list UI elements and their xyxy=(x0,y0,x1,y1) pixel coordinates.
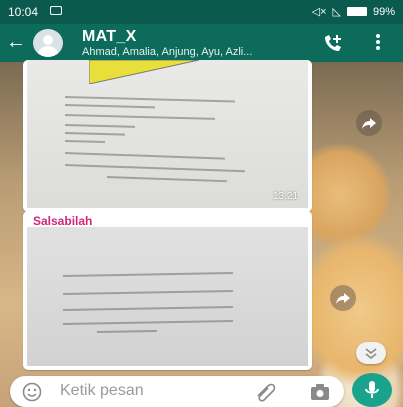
message-input[interactable]: Ketik pesan xyxy=(60,382,144,400)
more-options-icon[interactable] xyxy=(374,32,382,54)
voice-message-button[interactable] xyxy=(352,373,392,407)
mute-icon: ◁× xyxy=(311,6,327,18)
group-avatar[interactable] xyxy=(33,29,63,57)
status-bar: 10:04 ◁× ◺ 99% xyxy=(0,0,403,24)
emoji-icon[interactable] xyxy=(22,382,42,402)
sender-name: Salsabilah xyxy=(33,214,93,228)
microphone-icon xyxy=(365,381,379,398)
chat-title[interactable]: MAT_X xyxy=(82,28,137,46)
message-composer[interactable]: Ketik pesan xyxy=(10,376,344,407)
status-icons: ◁× ◺ 99% xyxy=(311,5,395,19)
forward-button[interactable] xyxy=(356,110,382,136)
forward-button[interactable] xyxy=(330,285,356,311)
chat-members[interactable]: Ahmad, Amalia, Anjung, Ayu, Azli... xyxy=(82,46,252,58)
camera-icon[interactable] xyxy=(310,383,330,401)
add-call-icon[interactable] xyxy=(322,33,344,53)
double-chevron-down-icon xyxy=(365,348,377,360)
battery-icon xyxy=(346,7,367,16)
battery-percent: 99% xyxy=(372,5,395,18)
message-bubble[interactable]: Salsabilah xyxy=(23,211,312,370)
chat-header: ← MAT_X Ahmad, Amalia, Anjung, Ayu, Azli… xyxy=(0,24,403,62)
message-time: 13.21 xyxy=(272,191,298,202)
attach-icon[interactable] xyxy=(255,382,277,402)
status-time: 10:04 xyxy=(8,5,39,19)
scroll-to-bottom-button[interactable] xyxy=(356,342,386,364)
message-bubble[interactable]: 13.21 xyxy=(23,60,312,212)
triangle-drawing xyxy=(89,60,199,84)
forward-icon xyxy=(362,118,376,129)
forward-icon xyxy=(336,293,350,304)
message-photo[interactable] xyxy=(27,227,308,366)
image-notification-icon xyxy=(50,6,62,15)
back-arrow-icon[interactable]: ← xyxy=(6,32,26,52)
signal-icon: ◺ xyxy=(332,6,341,18)
message-photo[interactable]: 13.21 xyxy=(27,60,308,208)
